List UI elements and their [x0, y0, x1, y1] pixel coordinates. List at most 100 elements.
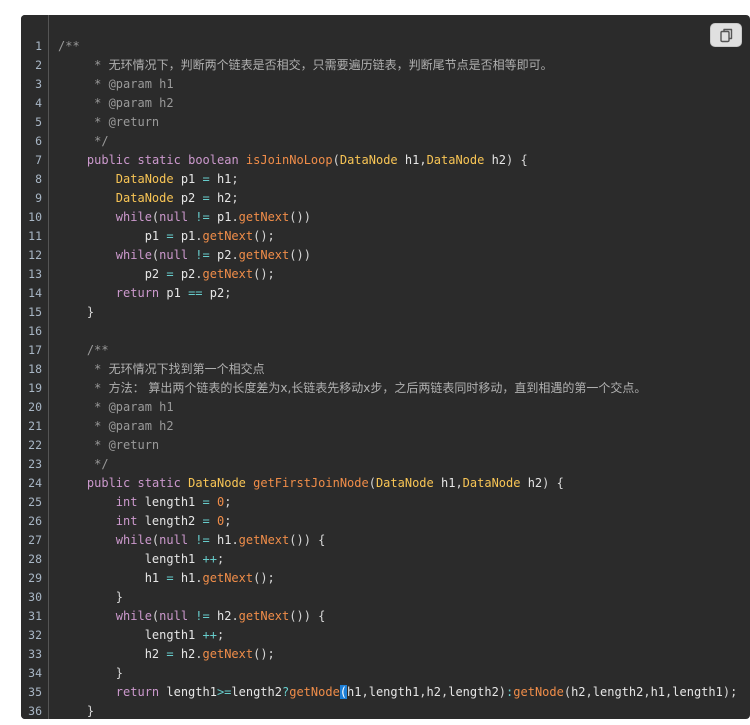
code-token: DataNode — [115, 190, 174, 205]
code-token: p2 — [173, 266, 196, 281]
code-line: while(null != h2.getNext()) { — [58, 607, 326, 626]
line-number: 13 — [28, 266, 42, 281]
line-number: 20 — [28, 399, 42, 414]
code-token: = — [202, 513, 210, 528]
code-line: while(null != p2.getNext()) — [58, 246, 311, 265]
code-token: ()) — [289, 608, 311, 623]
code-token: null — [159, 209, 189, 224]
code-line: * @return — [58, 436, 159, 455]
code-token: , — [585, 684, 593, 699]
code-token: . — [231, 247, 239, 262]
code-line: } — [58, 702, 94, 720]
line-number: 3 — [35, 76, 42, 91]
code-token: . — [231, 608, 239, 623]
code-token: p2 — [58, 266, 167, 281]
line-number: 9 — [35, 190, 42, 205]
code-token: getNode — [513, 684, 564, 699]
line-number: 17 — [28, 342, 42, 357]
code-token: ( — [563, 684, 572, 699]
code-token: length1 — [159, 684, 217, 699]
line-number: 12 — [28, 247, 42, 262]
code-token: h2 — [571, 684, 586, 699]
code-token: 方法： 算出两个链表的长度差为x,长链表先移动x步，之后两链表同时移动，直到相遇… — [108, 380, 647, 395]
line-number: 7 — [35, 152, 42, 167]
code-token: p2 — [202, 285, 225, 300]
code-token: != — [195, 209, 210, 224]
copy-button[interactable] — [710, 23, 742, 47]
line-number: 11 — [28, 228, 42, 243]
code-token: , — [455, 475, 463, 490]
code-token: */ — [58, 133, 109, 148]
code-token: DataNode — [115, 171, 174, 186]
code-token: . — [195, 646, 203, 661]
code-line: /** — [58, 37, 80, 56]
line-number: 25 — [28, 494, 42, 509]
code-token: h2 — [426, 684, 441, 699]
code-token: 无环情况下找到第一个相交点 — [108, 361, 265, 376]
code-line: * @return — [58, 113, 159, 132]
line-number: 1 — [35, 38, 42, 53]
code-token: getNode — [289, 684, 340, 699]
code-token: getNext — [202, 646, 254, 661]
code-token: ; — [216, 551, 225, 566]
code-token: (); — [253, 228, 275, 243]
code-line: DataNode p2 = h2; — [58, 189, 239, 208]
code-token: getNext — [238, 532, 290, 547]
line-number: 2 — [35, 57, 42, 72]
code-token: isJoinNoLoop — [245, 152, 333, 167]
line-number-gutter: 1 2 3 4 5 6 7 8 9 10 11 12 13 14 15 16 17 18 19 20 21 22 23 24 2… — [21, 15, 49, 719]
line-number: 6 — [35, 133, 42, 148]
code-token: != — [195, 532, 210, 547]
code-token: h2 — [209, 190, 232, 205]
code-line: length1 ++; — [58, 626, 225, 645]
code-token: ; — [216, 627, 225, 642]
code-token: = — [202, 171, 210, 186]
code-line: * @param h1 — [58, 398, 173, 417]
code-token: while — [115, 608, 152, 623]
code-token: , — [361, 684, 369, 699]
code-token: ++ — [202, 551, 217, 566]
code-token: ; — [224, 513, 232, 528]
code-token: h2 — [484, 152, 507, 167]
code-area[interactable]: /** * 无环情况下，判断两个链表是否相交，只需要遍历链表，判断尾节点是否相等… — [58, 15, 750, 719]
code-token: null — [159, 532, 189, 547]
code-token: h1 — [209, 171, 232, 186]
line-number: 8 — [35, 171, 42, 186]
code-token: getNext — [238, 209, 290, 224]
code-line: while(null != p1.getNext()) — [58, 208, 311, 227]
code-token: != — [195, 608, 210, 623]
line-number: 18 — [28, 361, 42, 376]
line-number: 31 — [28, 608, 42, 623]
code-token: p1 — [159, 285, 189, 300]
code-token: = — [202, 190, 210, 205]
line-number: 24 — [28, 475, 42, 490]
code-token: = — [166, 266, 174, 281]
line-number: 32 — [28, 627, 42, 642]
line-number: 23 — [28, 456, 42, 471]
code-token: ( — [332, 152, 340, 167]
code-token: * @param h2 — [58, 95, 174, 110]
code-token: null — [159, 247, 189, 262]
code-block: 1 2 3 4 5 6 7 8 9 10 11 12 13 14 15 16 17 18 19 20 21 22 23 24 2… — [21, 15, 750, 719]
line-number: 33 — [28, 646, 42, 661]
code-token: getFirstJoinNode — [253, 475, 369, 490]
code-token: } — [86, 703, 95, 718]
code-line: return p1 == p2; — [58, 284, 232, 303]
code-token: int — [115, 494, 138, 509]
code-token: /** — [58, 342, 109, 357]
code-line: h1 = h1.getNext(); — [58, 569, 275, 588]
code-token: */ — [58, 456, 109, 471]
code-token: length2 — [592, 684, 644, 699]
